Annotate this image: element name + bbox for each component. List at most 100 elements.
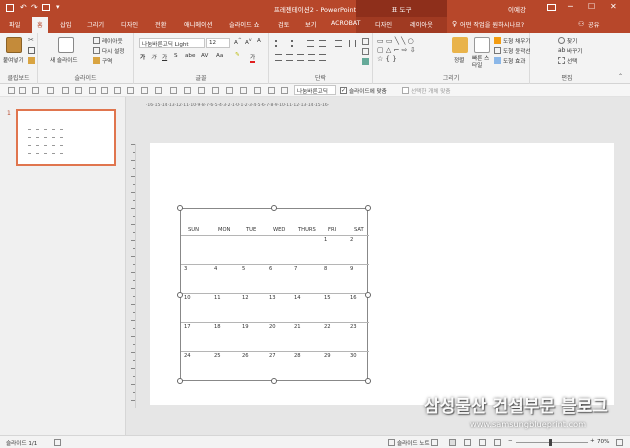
distributed-icon[interactable]	[319, 54, 326, 61]
tab-insert[interactable]: 삽입	[60, 20, 71, 29]
decrease-font-icon[interactable]: Av	[245, 38, 252, 46]
fit-slide-toggle[interactable]: 슬라이드에 맞춤	[349, 87, 387, 95]
date-cell[interactable]: 3	[184, 266, 187, 272]
layout-icon[interactable]	[93, 37, 100, 44]
date-cell[interactable]: 18	[214, 324, 221, 330]
resize-handle-right[interactable]	[365, 292, 371, 298]
date-cell[interactable]: 21	[294, 324, 301, 330]
tab-transitions[interactable]: 전환	[155, 20, 166, 29]
tell-me-search[interactable]: 어떤 작업을 원하시나요?	[460, 20, 524, 29]
resize-handle-bottom[interactable]	[271, 378, 277, 384]
new-slide-icon[interactable]	[58, 37, 74, 53]
shape-effects-button[interactable]: 도형 효과	[503, 57, 525, 65]
bullets-icon[interactable]	[275, 40, 282, 47]
shape-gallery[interactable]: ▭ ▭ ╲ ╲ ○ ▢ △ ⌐ ⇨ ⇩ ☆ { }	[377, 37, 441, 67]
tool-icon[interactable]	[89, 87, 96, 94]
brace-icon[interactable]: {	[386, 55, 390, 63]
rectangle-icon[interactable]: ▭	[386, 37, 393, 45]
increase-font-icon[interactable]: A^	[234, 38, 242, 46]
date-cell[interactable]: 1	[324, 237, 327, 243]
date-cell[interactable]: 30	[350, 353, 357, 359]
resize-handle-top-right[interactable]	[365, 205, 371, 211]
text-box-icon[interactable]: ▭	[377, 37, 384, 45]
shape-outline-icon[interactable]	[494, 47, 501, 54]
increase-indent-icon[interactable]	[319, 40, 326, 47]
date-cell[interactable]: 11	[214, 295, 221, 301]
date-cell[interactable]: 28	[294, 353, 301, 359]
shape-effects-icon[interactable]	[494, 57, 501, 64]
date-cell[interactable]: 22	[324, 324, 331, 330]
sorter-view-icon[interactable]	[464, 439, 471, 446]
date-cell[interactable]: 27	[269, 353, 276, 359]
tab-design[interactable]: 디자인	[121, 20, 138, 29]
section-icon[interactable]	[93, 57, 100, 64]
date-cell[interactable]: 17	[184, 324, 191, 330]
resize-handle-top-left[interactable]	[177, 205, 183, 211]
decrease-indent-icon[interactable]	[307, 40, 314, 47]
tab-view[interactable]: 보기	[305, 20, 316, 29]
date-cell[interactable]: 2	[350, 237, 353, 243]
tool-icon[interactable]	[226, 87, 233, 94]
align-center-icon[interactable]	[286, 54, 293, 61]
date-cell[interactable]: 6	[269, 266, 272, 272]
quick-styles-icon[interactable]	[474, 37, 490, 53]
date-cell[interactable]: 29	[324, 353, 331, 359]
tool-icon[interactable]	[281, 87, 288, 94]
date-cell[interactable]: 8	[324, 266, 327, 272]
tab-file[interactable]: 파일	[9, 20, 20, 29]
date-cell[interactable]: 16	[350, 295, 357, 301]
arrange-icon[interactable]	[452, 37, 468, 53]
paste-icon[interactable]	[6, 37, 22, 53]
date-cell[interactable]: 7	[294, 266, 297, 272]
tool-icon[interactable]	[101, 87, 108, 94]
justify-icon[interactable]	[308, 54, 315, 61]
arrange-button[interactable]: 정렬	[454, 56, 464, 64]
italic-icon[interactable]: 가	[151, 53, 156, 61]
select-object-toggle[interactable]: 선택한 개체 맞춤	[411, 87, 451, 95]
brace-icon[interactable]: }	[392, 55, 396, 63]
tab-animations[interactable]: 애니메이션	[184, 20, 212, 29]
zoom-in-icon[interactable]: +	[590, 438, 595, 444]
tool-icon[interactable]	[114, 87, 121, 94]
arrow-icon[interactable]: ⇩	[410, 46, 416, 54]
toolbar-font-select[interactable]: 나눔바른고딕	[294, 85, 336, 95]
copy-icon[interactable]	[28, 47, 35, 54]
tool-icon[interactable]	[254, 87, 261, 94]
collapse-ribbon-icon[interactable]: ⌃	[618, 73, 623, 80]
select-icon[interactable]	[558, 57, 565, 64]
change-case-button[interactable]: Aa	[216, 53, 223, 59]
shape-outline-button[interactable]: 도형 윤곽선	[503, 47, 531, 55]
line-spacing-icon[interactable]	[335, 40, 342, 47]
date-cell[interactable]: 24	[184, 353, 191, 359]
tool-icon[interactable]	[62, 87, 69, 94]
paste-label[interactable]: 붙여넣기	[3, 56, 24, 64]
date-cell[interactable]: 4	[214, 266, 217, 272]
fit-window-icon[interactable]	[616, 439, 623, 446]
notes-button[interactable]: 슬라이드 노트	[397, 439, 430, 447]
reading-view-icon[interactable]	[479, 439, 486, 446]
highlight-icon[interactable]: ✎	[235, 52, 240, 58]
format-painter-icon[interactable]	[28, 57, 35, 64]
clear-format-icon[interactable]: A	[257, 38, 261, 44]
zoom-thumb[interactable]	[549, 439, 552, 446]
tool-icon[interactable]	[19, 87, 26, 94]
line-icon[interactable]: ╲	[395, 37, 399, 45]
line-icon[interactable]: ╲	[401, 37, 405, 45]
bold-button[interactable]: 가	[140, 53, 145, 61]
tool-icon[interactable]	[170, 87, 177, 94]
align-right-icon[interactable]	[297, 54, 304, 61]
date-cell[interactable]: 23	[350, 324, 357, 330]
layout-button[interactable]: 레이아웃	[102, 37, 123, 45]
calendar-table[interactable]: SUN MON TUE WED THURS FRI SAT 1 2 3 4 5 6 7 8 9 10 11 12 1…	[180, 208, 369, 381]
minimize-button[interactable]: ─	[568, 2, 573, 11]
user-name[interactable]: 이예강	[508, 4, 526, 14]
align-text-icon[interactable]	[362, 48, 369, 55]
select-button[interactable]: 선택	[567, 57, 577, 65]
resize-handle-bottom-left[interactable]	[177, 378, 183, 384]
slide-thumbnail[interactable]	[16, 109, 116, 166]
date-cell[interactable]: 19	[242, 324, 249, 330]
tool-icon[interactable]	[155, 87, 162, 94]
smartart-icon[interactable]	[362, 58, 369, 65]
date-cell[interactable]: 26	[242, 353, 249, 359]
fit-checkbox-icon[interactable]: ✓	[340, 87, 347, 94]
